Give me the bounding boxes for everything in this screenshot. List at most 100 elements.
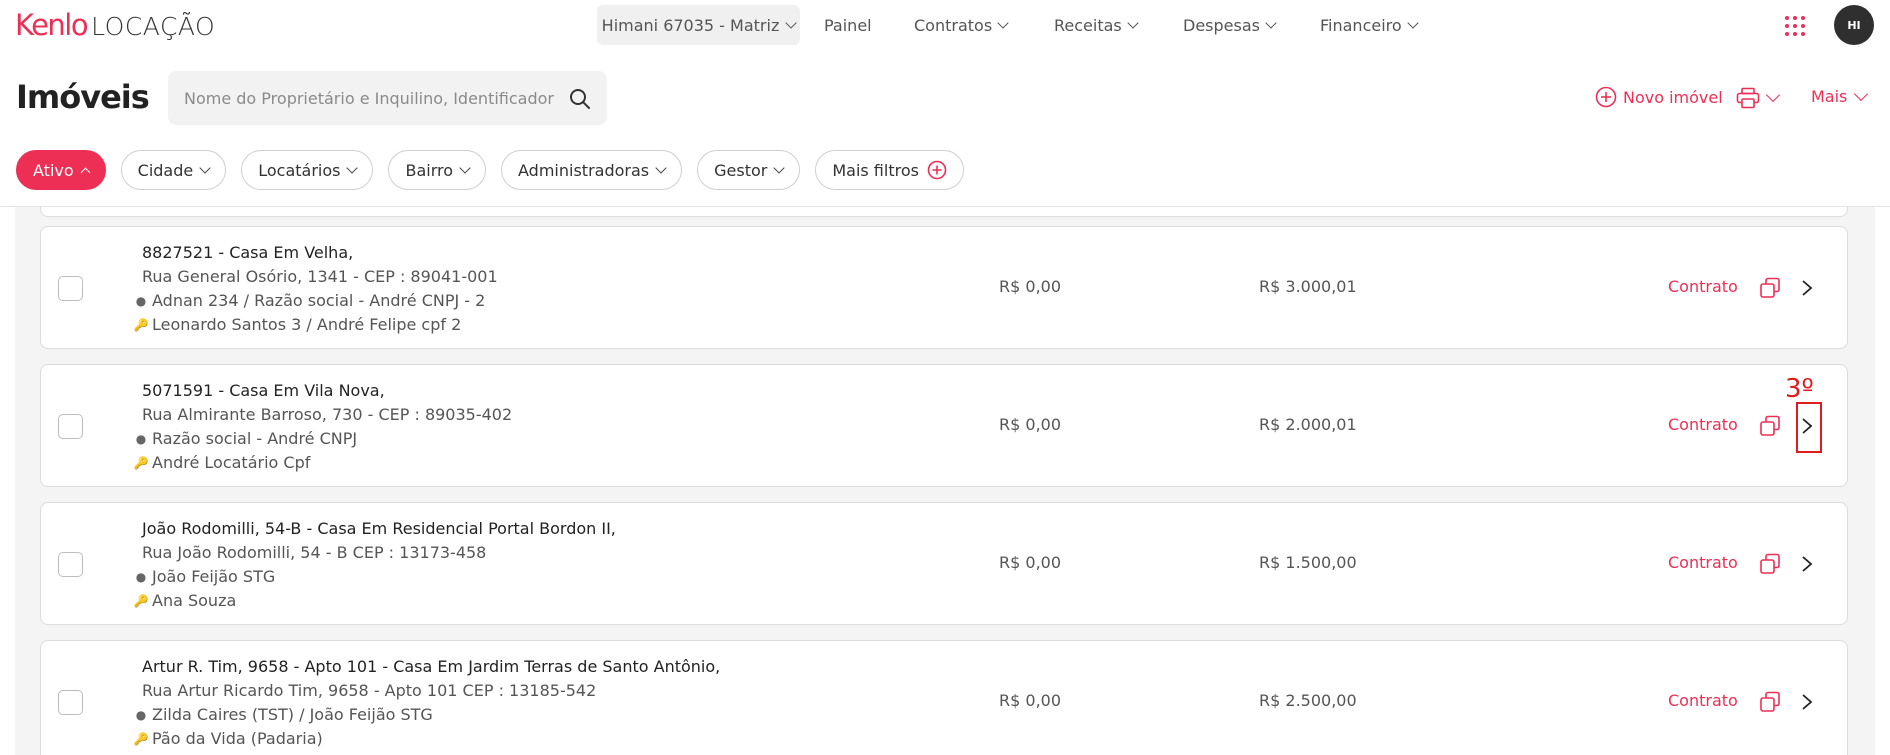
chevron-right-icon[interactable] <box>1798 693 1816 711</box>
property-card[interactable]: 8827521 - Casa Em Velha, Rua General Osó… <box>40 226 1848 349</box>
search-input[interactable] <box>184 71 554 125</box>
property-title: João Rodomilli, 54-B - Casa Em Residenci… <box>142 519 616 538</box>
filter-bar: Ativo Cidade Locatários Bairro Administr… <box>16 150 964 190</box>
new-property-label: Novo imóvel <box>1623 87 1723 107</box>
nav-label: Receitas <box>1054 15 1122 35</box>
chevron-down-icon <box>1407 17 1419 29</box>
search-icon[interactable] <box>568 87 592 111</box>
value-amount: R$ 0,00 <box>999 277 1062 296</box>
chevron-down-icon <box>997 17 1009 29</box>
tenants-line: 🔑 Leonardo Santos 3 / André Felipe cpf 2 <box>134 313 498 337</box>
filter-label: Locatários <box>258 160 341 180</box>
filter-bairro[interactable]: Bairro <box>388 150 487 190</box>
filter-label: Cidade <box>137 160 194 180</box>
app-logo[interactable]: Kenlo LOCAÇÃO <box>15 8 215 42</box>
property-info: 5071591 - Casa Em Vila Nova, Rua Almiran… <box>134 379 513 475</box>
filter-administradoras[interactable]: Administradoras <box>501 150 683 190</box>
branch-selector[interactable]: Himani 67035 - Matriz <box>597 5 800 45</box>
chevron-down-icon <box>1127 17 1139 29</box>
apps-grid-icon[interactable] <box>1785 16 1805 36</box>
owners-line: ● Adnan 234 / Razão social - André CNPJ … <box>136 289 498 313</box>
chevron-down-icon <box>346 162 359 174</box>
chevron-up-icon <box>80 167 91 177</box>
owners-text: Zilda Caires (TST) / João Feijão STG <box>152 705 433 724</box>
value-amount: R$ 0,00 <box>999 553 1062 572</box>
chevron-down-icon <box>1765 87 1781 103</box>
chevron-down-icon <box>199 162 211 174</box>
property-card[interactable]: Artur R. Tim, 9658 - Apto 101 - Casa Em … <box>40 640 1848 755</box>
plus-circle-icon <box>1595 86 1617 108</box>
nav-receitas[interactable]: Receitas <box>1054 0 1139 50</box>
nav-despesas[interactable]: Despesas <box>1183 0 1277 50</box>
row-checkbox[interactable] <box>58 552 83 577</box>
filter-more[interactable]: Mais filtros <box>815 150 964 190</box>
owners-text: Adnan 234 / Razão social - André CNPJ - … <box>152 291 486 310</box>
person-icon: ● <box>135 432 147 446</box>
contract-link[interactable]: Contrato <box>1668 553 1738 572</box>
filter-cidade[interactable]: Cidade <box>120 150 227 190</box>
row-checkbox[interactable] <box>58 690 83 715</box>
chevron-right-icon[interactable] <box>1798 555 1816 573</box>
key-icon: 🔑 <box>133 732 149 746</box>
value-amount: R$ 0,00 <box>999 691 1062 710</box>
key-icon: 🔑 <box>133 594 149 608</box>
tenants-line: 🔑 Ana Souza <box>134 589 616 613</box>
copy-icon[interactable] <box>1759 691 1781 713</box>
rent-amount: R$ 2.000,01 <box>1259 415 1357 434</box>
person-icon: ● <box>135 294 147 308</box>
row-checkbox[interactable] <box>58 414 83 439</box>
owners-line: ● Razão social - André CNPJ <box>136 427 512 451</box>
tenants-text: André Locatário Cpf <box>152 453 311 472</box>
filter-label: Bairro <box>405 160 454 180</box>
chevron-down-icon <box>655 162 667 174</box>
rent-amount: R$ 2.500,00 <box>1259 691 1357 710</box>
contract-link[interactable]: Contrato <box>1668 415 1738 434</box>
filter-ativo[interactable]: Ativo <box>16 150 106 190</box>
property-address: Rua General Osório, 1341 - CEP : 89041-0… <box>142 267 498 286</box>
property-card[interactable]: João Rodomilli, 54-B - Casa Em Residenci… <box>40 502 1848 625</box>
new-property-button[interactable]: Novo imóvel <box>1595 86 1723 108</box>
filter-label: Ativo <box>33 160 74 180</box>
chevron-right-icon[interactable] <box>1798 279 1816 297</box>
printer-icon <box>1736 87 1760 109</box>
tenants-text: Leonardo Santos 3 / André Felipe cpf 2 <box>152 315 462 334</box>
filter-label: Mais filtros <box>832 160 919 180</box>
person-icon: ● <box>135 570 147 584</box>
search-box <box>168 71 607 125</box>
nav-label: Financeiro <box>1320 15 1402 35</box>
contract-link[interactable]: Contrato <box>1668 277 1738 296</box>
chevron-down-icon <box>1265 17 1277 29</box>
filter-gestor[interactable]: Gestor <box>697 150 801 190</box>
tenants-text: Ana Souza <box>152 591 237 610</box>
copy-icon[interactable] <box>1759 415 1781 437</box>
row-checkbox[interactable] <box>58 276 83 301</box>
nav-financeiro[interactable]: Financeiro <box>1320 0 1419 50</box>
filter-locatarios[interactable]: Locatários <box>241 150 374 190</box>
person-icon: ● <box>135 708 147 722</box>
owners-line: ● João Feijão STG <box>136 565 616 589</box>
chevron-down-icon <box>459 162 471 174</box>
avatar[interactable]: HI <box>1834 5 1874 45</box>
tenants-line: 🔑 André Locatário Cpf <box>134 451 512 475</box>
logo-product: LOCAÇÃO <box>91 12 216 41</box>
value-amount: R$ 0,00 <box>999 415 1062 434</box>
print-button[interactable] <box>1736 87 1781 109</box>
nav-painel[interactable]: Painel <box>824 0 872 50</box>
chevron-down-icon <box>785 17 798 29</box>
property-list: 8827521 - Casa Em Velha, Rua General Osó… <box>15 207 1875 755</box>
owners-text: João Feijão STG <box>152 567 276 586</box>
chevron-down-icon <box>1854 86 1869 101</box>
rent-amount: R$ 1.500,00 <box>1259 553 1357 572</box>
property-card[interactable]: 5071591 - Casa Em Vila Nova, Rua Almiran… <box>40 364 1848 487</box>
contract-link[interactable]: Contrato <box>1668 691 1738 710</box>
nav-contratos[interactable]: Contratos <box>914 0 1009 50</box>
highlight-box <box>1796 402 1822 453</box>
copy-icon[interactable] <box>1759 277 1781 299</box>
owners-line: ● Zilda Caires (TST) / João Feijão STG <box>136 703 720 727</box>
property-info: Artur R. Tim, 9658 - Apto 101 - Casa Em … <box>134 655 721 751</box>
more-button[interactable]: Mais <box>1811 86 1869 106</box>
rent-amount: R$ 3.000,01 <box>1259 277 1357 296</box>
property-title: 8827521 - Casa Em Velha, <box>142 243 354 262</box>
copy-icon[interactable] <box>1759 553 1781 575</box>
property-title: 5071591 - Casa Em Vila Nova, <box>142 381 385 400</box>
